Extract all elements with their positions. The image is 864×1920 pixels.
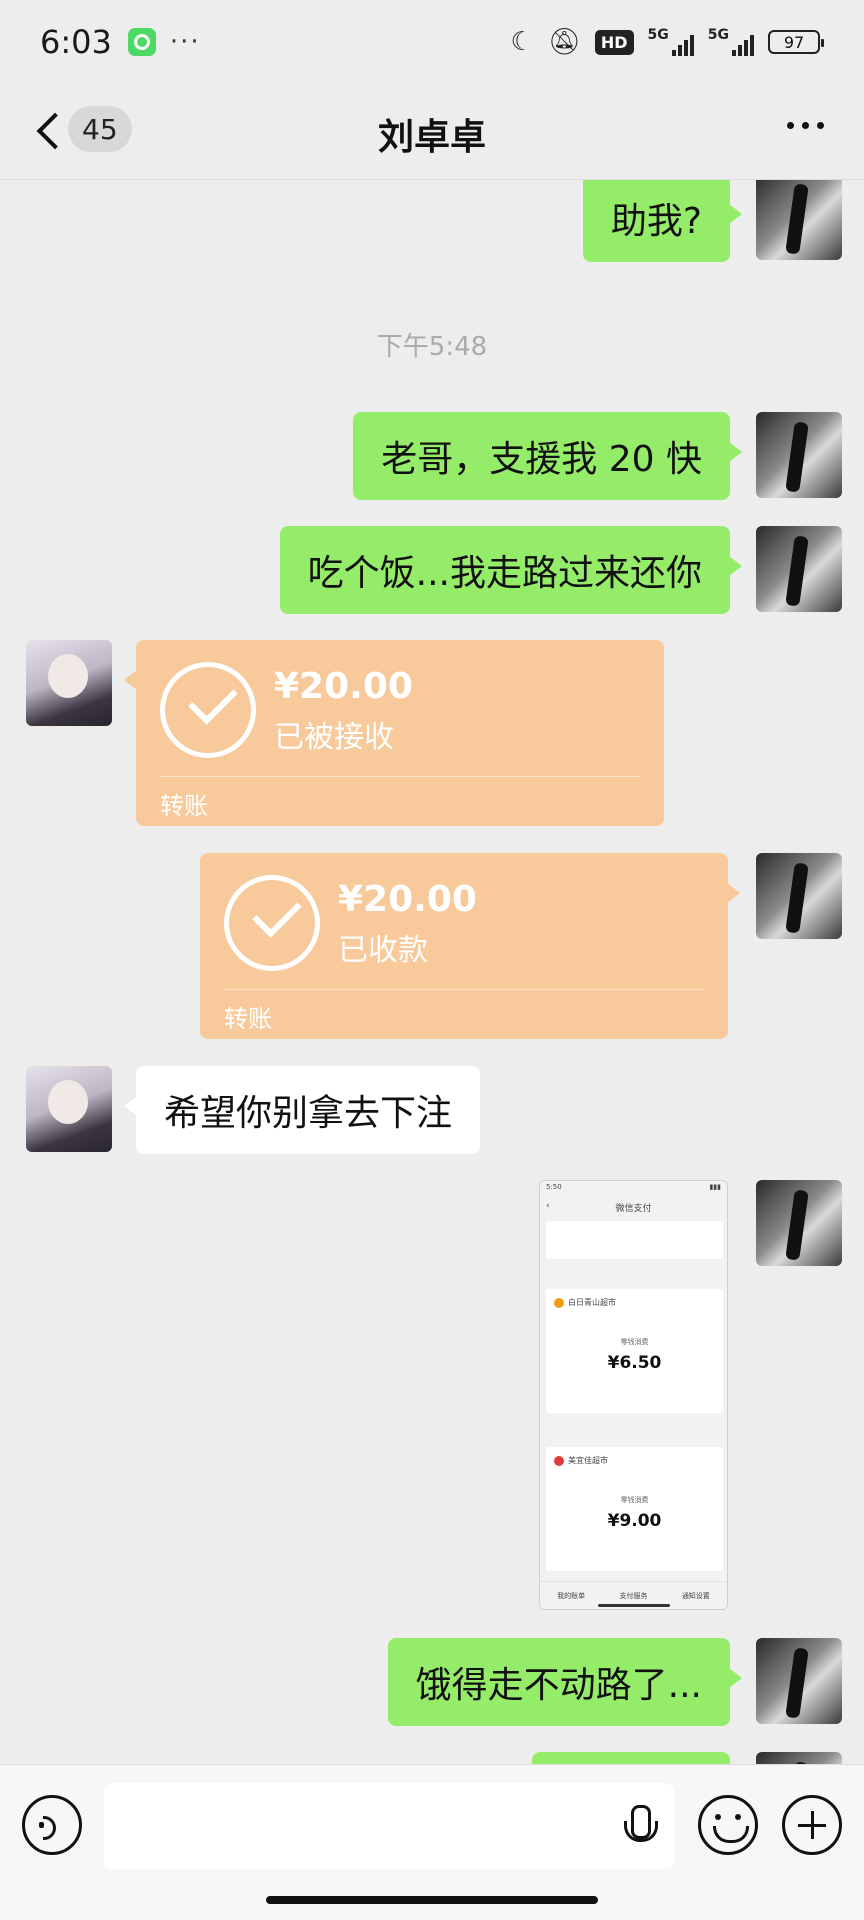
mute-bell-icon: 🔕︎ <box>547 27 581 57</box>
transfer-divider <box>160 776 640 777</box>
status-bar: 6:03 ··· ☾ 🔕︎ HD 5G 5G 97 <box>0 0 864 84</box>
emoji-button[interactable] <box>698 1795 758 1855</box>
my-avatar[interactable] <box>756 1638 842 1724</box>
check-circle-icon <box>160 662 256 758</box>
message-text: 希望你别拿去下注 <box>164 1093 453 1134</box>
message-bubble-sent[interactable]: 吃个饭...我走路过来还你 <box>279 526 743 614</box>
my-avatar[interactable] <box>756 1180 842 1266</box>
moon-icon: ☾ <box>510 27 534 57</box>
status-icons: ☾ 🔕︎ HD 5G 5G 97 <box>510 0 824 84</box>
mini-payment-card: 白日青山超市 零钱消费 ¥6.50 <box>546 1289 723 1413</box>
signal-icon-1: 5G <box>648 28 694 56</box>
transfer-amount: ¥20.00 <box>274 666 413 707</box>
message-bubble-received[interactable]: 希望你别拿去下注 <box>123 1066 481 1154</box>
message-bubble-sent[interactable]: 饿得走不动路了... <box>387 1638 743 1726</box>
mini-payment-card: 美宜佳超市 零钱消费 ¥9.00 <box>546 1447 723 1571</box>
check-circle-icon <box>224 875 320 971</box>
transfer-status: 已被接收 <box>274 720 394 755</box>
transfer-divider <box>224 989 704 990</box>
mini-nav: ‹ 微信支付 <box>546 1201 652 1214</box>
transfer-amount: ¥20.00 <box>338 879 477 920</box>
voice-input-button[interactable] <box>22 1795 82 1855</box>
message-timestamp: 下午5:48 <box>376 332 488 362</box>
merchant-icon <box>554 1297 564 1308</box>
my-avatar[interactable] <box>756 1752 842 1764</box>
chat-title: 刘卓卓 <box>377 117 486 158</box>
battery-icon: 97 <box>768 30 824 54</box>
signal-icon-2: 5G <box>708 28 754 56</box>
transfer-card-received[interactable]: ¥20.00 已被接收 转账 <box>124 640 664 826</box>
mini-home-indicator <box>598 1604 670 1607</box>
status-time: 6:03 <box>40 23 112 61</box>
merchant-icon <box>554 1455 564 1466</box>
chat-messages[interactable]: 助我? 下午5:48 老哥，支援我 20 快 吃个饭...我走路过来还你 ¥20… <box>0 180 864 1764</box>
my-avatar[interactable] <box>756 526 842 612</box>
status-more-icon: ··· <box>169 27 201 57</box>
my-avatar[interactable] <box>756 412 842 498</box>
hd-badge: HD <box>594 29 634 55</box>
message-text: 吃个饭...我走路过来还你 <box>307 553 702 594</box>
mini-card-top <box>546 1221 723 1259</box>
my-avatar[interactable] <box>756 180 842 260</box>
message-input[interactable] <box>104 1783 674 1869</box>
transfer-card-sent[interactable]: ¥20.00 已收款 转账 <box>200 853 740 1039</box>
transfer-status: 已收款 <box>338 933 428 968</box>
message-text: 老哥，支援我 20 快 <box>381 439 702 480</box>
my-avatar[interactable] <box>756 853 842 939</box>
message-bubble-sent[interactable]: 老哥，支援我 20 快 <box>353 412 742 500</box>
chat-header: 45 刘卓卓 <box>0 84 864 180</box>
mini-status-bar: 5:50 ▮▮▮ <box>546 1183 721 1191</box>
contact-avatar[interactable] <box>26 1066 112 1152</box>
message-text: 饿得走不动路了... <box>415 1665 702 1706</box>
message-bubble-sent[interactable]: 助我? <box>582 180 743 262</box>
more-functions-button[interactable] <box>782 1795 842 1855</box>
more-options-button[interactable] <box>787 122 824 129</box>
app-notification-icon <box>127 28 156 56</box>
message-text: 助我? <box>610 201 702 242</box>
transfer-label: 转账 <box>160 792 208 820</box>
image-message[interactable]: 5:50 ▮▮▮ ‹ 微信支付 白日青山超市 零钱消费 ¥6.50 美宜佳超市 … <box>539 1180 728 1610</box>
transfer-label: 转账 <box>224 1005 272 1033</box>
home-indicator[interactable] <box>266 1896 598 1904</box>
message-bubble-sent-partial[interactable] <box>532 1752 730 1764</box>
microphone-icon[interactable] <box>620 1805 658 1853</box>
contact-avatar[interactable] <box>26 640 112 726</box>
